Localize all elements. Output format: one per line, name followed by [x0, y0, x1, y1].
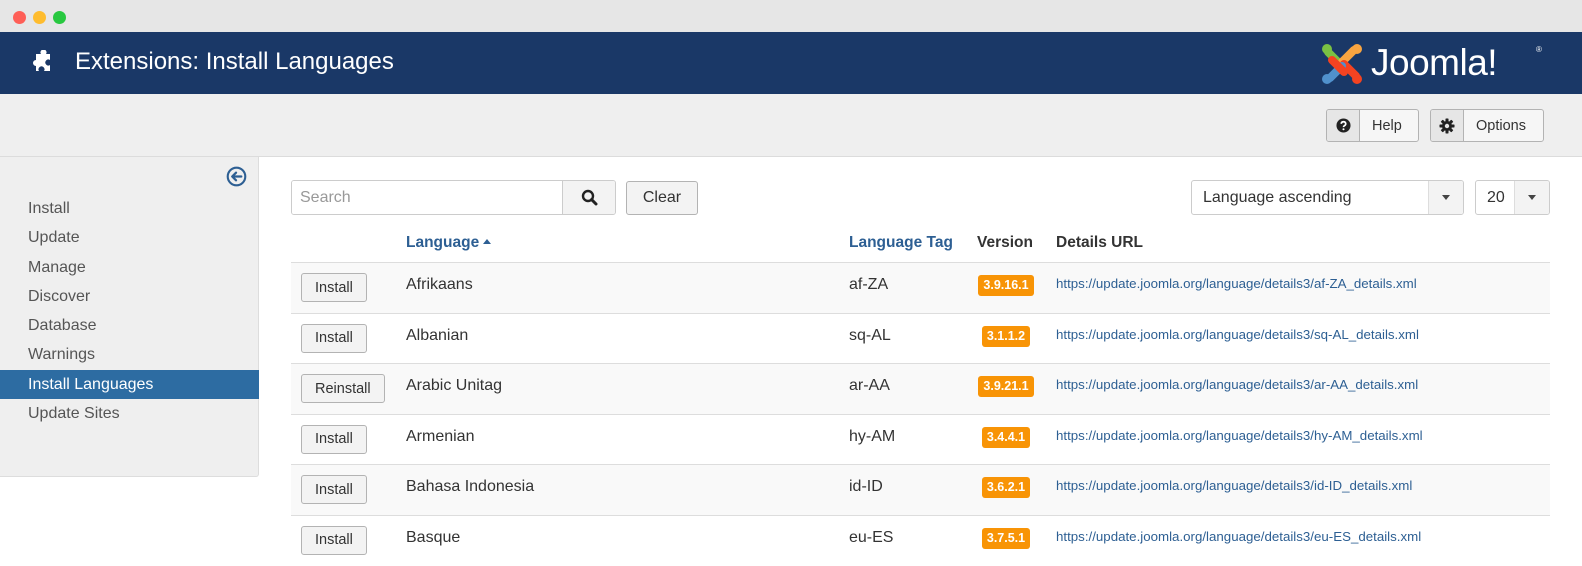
version-badge: 3.9.21.1: [978, 376, 1034, 398]
column-header-language-tag[interactable]: Language Tag: [849, 234, 953, 252]
limit-dropdown-toggle[interactable]: [1514, 181, 1549, 214]
details-url-link[interactable]: https://update.joomla.org/language/detai…: [1056, 478, 1412, 493]
joomla-logo-icon: [1322, 44, 1362, 84]
column-header-version: Version: [977, 234, 1033, 251]
sidebar-item-update-sites[interactable]: Update Sites: [0, 399, 259, 428]
column-header-language-label: Language: [406, 234, 480, 251]
limit-select-value: 20: [1487, 188, 1505, 206]
limit-select[interactable]: 20: [1475, 180, 1550, 215]
version-badge: 3.4.4.1: [981, 426, 1031, 448]
search-icon: [581, 189, 597, 206]
version-cell: 3.6.2.1: [968, 477, 1044, 499]
minimize-window-button[interactable]: [33, 11, 46, 24]
joomla-logo[interactable]: Joomla! ®: [1318, 39, 1548, 89]
sidebar-nav: Install Update Manage Discover Database …: [0, 194, 259, 428]
language-tag: hy-AM: [849, 427, 896, 445]
table-body: Install Afrikaans af-ZA 3.9.16.1 https:/…: [291, 263, 1550, 566]
install-button[interactable]: Install: [301, 323, 367, 353]
install-button[interactable]: Install: [301, 424, 367, 454]
install-button[interactable]: Install: [301, 475, 367, 505]
version-cell: 3.1.1.2: [968, 325, 1044, 347]
version-cell: 3.4.4.1: [968, 426, 1044, 448]
table-row: Install Basque eu-ES 3.7.5.1 https://upd…: [291, 516, 1550, 566]
table-row: Reinstall Arabic Unitag ar-AA 3.9.21.1 h…: [291, 364, 1550, 415]
table-row: Install Bahasa Indonesia id-ID 3.6.2.1 h…: [291, 465, 1550, 516]
caret-down-icon: [1528, 195, 1536, 200]
details-url-link[interactable]: https://update.joomla.org/language/detai…: [1056, 377, 1418, 392]
puzzle-icon: [33, 50, 50, 71]
sidebar-item-update[interactable]: Update: [0, 223, 259, 252]
sort-ascending-icon: [483, 239, 492, 244]
language-name: Basque: [406, 528, 461, 546]
version-badge: 3.7.5.1: [981, 527, 1031, 549]
version-badge: 3.6.2.1: [981, 477, 1031, 499]
version-cell: 3.7.5.1: [968, 527, 1044, 549]
version-cell: 3.9.16.1: [968, 275, 1044, 296]
reinstall-button[interactable]: Reinstall: [301, 374, 385, 404]
question-circle-icon: [1327, 110, 1360, 141]
version-badge: 3.1.1.2: [981, 325, 1031, 347]
language-tag: af-ZA: [849, 276, 889, 293]
sidebar: Install Update Manage Discover Database …: [0, 157, 259, 477]
ordering-select-value: Language ascending: [1203, 188, 1352, 206]
details-url-link[interactable]: https://update.joomla.org/language/detai…: [1056, 529, 1421, 544]
version-cell: 3.9.21.1: [968, 376, 1044, 398]
search-group: [291, 180, 616, 215]
language-name: Arabic Unitag: [406, 377, 503, 395]
language-name: Afrikaans: [406, 276, 473, 293]
sidebar-item-database[interactable]: Database: [0, 311, 259, 340]
language-name: Bahasa Indonesia: [406, 478, 535, 496]
languages-table: Language Language Tag Version Details UR…: [291, 222, 1550, 566]
sidebar-item-warnings[interactable]: Warnings: [0, 340, 259, 369]
options-button[interactable]: Options: [1430, 109, 1544, 142]
caret-down-icon: [1442, 195, 1450, 200]
search-input[interactable]: [292, 181, 562, 214]
sidebar-item-manage[interactable]: Manage: [0, 253, 259, 282]
sidebar-item-discover[interactable]: Discover: [0, 282, 259, 311]
details-url-link[interactable]: https://update.joomla.org/language/detai…: [1056, 276, 1417, 291]
details-url-link[interactable]: https://update.joomla.org/language/detai…: [1056, 327, 1419, 342]
language-name: Albanian: [406, 326, 469, 344]
language-tag: sq-AL: [849, 326, 891, 344]
ordering-dropdown-toggle[interactable]: [1428, 181, 1463, 214]
gear-icon: [1431, 110, 1464, 141]
ordering-select[interactable]: Language ascending: [1191, 180, 1464, 215]
language-tag: ar-AA: [849, 377, 890, 395]
version-badge: 3.9.16.1: [978, 275, 1034, 296]
help-label: Help: [1372, 117, 1402, 134]
table-row: Install Afrikaans af-ZA 3.9.16.1 https:/…: [291, 263, 1550, 314]
toolbar: Help Options: [0, 94, 1582, 157]
install-button[interactable]: Install: [301, 273, 367, 302]
table-header: Language Language Tag Version Details UR…: [291, 222, 1550, 263]
page-header: Extensions: Install Languages Joomla! ®: [0, 32, 1582, 94]
column-header-language[interactable]: Language: [406, 234, 492, 252]
registered-mark: ®: [1536, 45, 1542, 54]
close-window-button[interactable]: [13, 11, 26, 24]
page-title: Extensions: Install Languages: [75, 48, 394, 75]
sidebar-item-install[interactable]: Install: [0, 194, 259, 223]
sidebar-item-install-languages[interactable]: Install Languages: [0, 369, 259, 400]
column-header-details-url: Details URL: [1056, 234, 1143, 251]
install-button[interactable]: Install: [301, 525, 367, 555]
language-name: Armenian: [406, 427, 475, 445]
maximize-window-button[interactable]: [53, 11, 66, 24]
table-row: Install Albanian sq-AL 3.1.1.2 https://u…: [291, 314, 1550, 365]
help-button[interactable]: Help: [1326, 109, 1419, 142]
details-url-link[interactable]: https://update.joomla.org/language/detai…: [1056, 428, 1423, 443]
joomla-wordmark: Joomla!: [1371, 42, 1498, 83]
window-titlebar: [0, 0, 1582, 32]
arrow-circle-left-icon[interactable]: [226, 166, 247, 187]
options-label: Options: [1476, 117, 1526, 134]
language-tag: eu-ES: [849, 528, 894, 546]
search-button[interactable]: [562, 181, 615, 214]
table-row: Install Armenian hy-AM 3.4.4.1 https://u…: [291, 415, 1550, 466]
clear-button[interactable]: Clear: [626, 181, 698, 215]
language-tag: id-ID: [849, 478, 883, 496]
